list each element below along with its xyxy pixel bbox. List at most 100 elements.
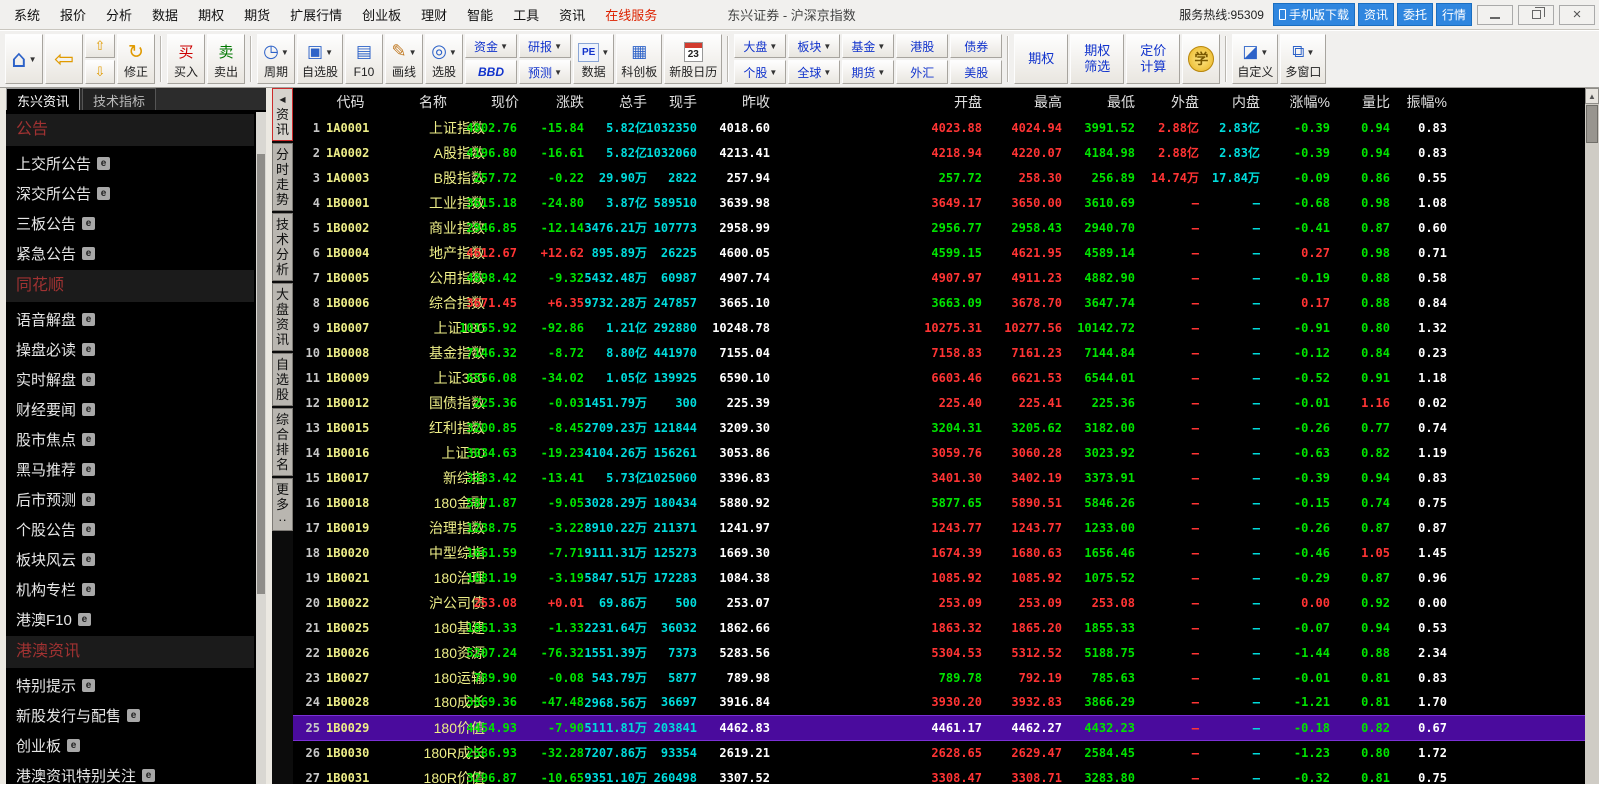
table-row[interactable]: 251B0029180价值4454.93-7.905111.81万2038414… bbox=[293, 715, 1585, 740]
vertical-tab[interactable]: ◀资讯 bbox=[272, 88, 293, 141]
toolbar-fund-futures-bottom-button[interactable]: 期货▼ bbox=[842, 60, 894, 84]
sidebar-item[interactable]: 港澳F10e bbox=[6, 604, 254, 634]
sidebar-item[interactable]: 机构专栏e bbox=[6, 574, 254, 604]
sidebar-tab[interactable]: 技术指标 bbox=[82, 88, 156, 110]
toolbar-bond-us-bottom-button[interactable]: 美股 bbox=[950, 60, 1002, 84]
toolbar-report-forecast-bottom-button[interactable]: 预测▼ bbox=[519, 60, 571, 84]
table-row[interactable]: 91B0007上证18010155.92-92.861.21亿292880102… bbox=[293, 315, 1585, 340]
menu-item-online-service[interactable]: 在线服务 bbox=[595, 5, 667, 24]
table-row[interactable]: 101B0008基金指数7146.32-8.728.80亿4419707155.… bbox=[293, 340, 1585, 365]
sidebar-item[interactable]: 紧急公告e bbox=[6, 238, 254, 268]
toolbar-correct-button[interactable]: ↻修正 bbox=[117, 34, 155, 84]
column-header[interactable]: 振幅% bbox=[1393, 88, 1450, 115]
table-row[interactable]: 191B0021180治理1081.19-3.195847.51万1722831… bbox=[293, 565, 1585, 590]
toolbar-fund-futures-top-button[interactable]: 基金▼ bbox=[842, 34, 894, 58]
table-row[interactable]: 31A0003B股指数257.72-0.2229.90万2822257.9425… bbox=[293, 165, 1585, 190]
column-header[interactable]: 最低 bbox=[1065, 88, 1138, 115]
toolbar-hk-forex-bottom-button[interactable]: 外汇 bbox=[896, 60, 948, 84]
toolbar-buy-button[interactable]: 买买入 bbox=[167, 34, 205, 84]
sidebar-item[interactable]: 个股公告e bbox=[6, 514, 254, 544]
table-row[interactable]: 71B0005公用指数4898.42-9.325432.48万609874907… bbox=[293, 265, 1585, 290]
column-header[interactable]: 量比 bbox=[1333, 88, 1393, 115]
column-header[interactable]: 名称 bbox=[378, 88, 488, 115]
table-row[interactable]: 131B0015红利指数3200.85-8.452709.23万12184432… bbox=[293, 415, 1585, 440]
vertical-tab[interactable]: 综合排名 bbox=[272, 408, 293, 476]
table-row[interactable]: 41B0001工业指数3615.18-24.803.87亿5895103639.… bbox=[293, 190, 1585, 215]
table-row[interactable]: 261B0030180R成长2586.93-32.287207.86万93354… bbox=[293, 740, 1585, 765]
menu-item[interactable]: 数据 bbox=[142, 5, 188, 24]
menu-item[interactable]: 工具 bbox=[503, 5, 549, 24]
sidebar-item[interactable]: 实时解盘e bbox=[6, 364, 254, 394]
table-row[interactable]: 151B0017新综指3383.42-13.415.73亿10250603396… bbox=[293, 465, 1585, 490]
toolbar-sector-global-bottom-button[interactable]: 全球▼ bbox=[788, 60, 840, 84]
toolbar-home-button[interactable]: ⌂▼ bbox=[5, 34, 43, 84]
quickbar-button[interactable]: 资讯 bbox=[1358, 3, 1394, 26]
toolbar-stock-pick-button[interactable]: ◎▼选股 bbox=[425, 34, 463, 84]
table-row[interactable]: 181B0020中型综指1661.59-7.719111.31万12527316… bbox=[293, 540, 1585, 565]
sidebar-item[interactable]: 语音解盘e bbox=[6, 304, 254, 334]
table-row[interactable]: 11A0001上证指数4002.76-15.845.82亿10323504018… bbox=[293, 115, 1585, 140]
toolbar-funds-bbd-bottom-button[interactable]: BBD bbox=[465, 60, 517, 84]
toolbar-ipo-calendar-button[interactable]: 23新股日历 bbox=[664, 34, 722, 84]
quickbar-button[interactable]: 委托 bbox=[1397, 3, 1433, 26]
sidebar-tab[interactable]: 东兴资讯 bbox=[6, 88, 80, 110]
sidebar-item[interactable]: 股市焦点e bbox=[6, 424, 254, 454]
toolbar-pricing-calc-button[interactable]: 定价计算 bbox=[1126, 34, 1180, 84]
sidebar-scrollbar-thumb[interactable] bbox=[257, 154, 265, 594]
toolbar-multi-window-button[interactable]: ⧉▼多窗口 bbox=[1280, 34, 1326, 84]
menu-item[interactable]: 理财 bbox=[411, 5, 457, 24]
table-row[interactable]: 61B0004地产指数4612.67+12.62895.89万262254600… bbox=[293, 240, 1585, 265]
column-header[interactable]: 涨跌 bbox=[520, 88, 587, 115]
toolbar-sector-global-top-button[interactable]: 板块▼ bbox=[788, 34, 840, 58]
column-header[interactable]: 涨幅% bbox=[1263, 88, 1333, 115]
table-row[interactable]: 121B0012国债指数225.36-0.031451.79万300225.39… bbox=[293, 390, 1585, 415]
toolbar-hk-forex-top-button[interactable]: 港股 bbox=[896, 34, 948, 58]
toolbar-options-button[interactable]: 期权 bbox=[1014, 34, 1068, 84]
table-row[interactable]: 141B0016上证503034.63-19.234104.26万1562613… bbox=[293, 440, 1585, 465]
column-header[interactable]: 开盘 bbox=[773, 88, 985, 115]
toolbar-pe-data-button[interactable]: PE▼数据 bbox=[573, 34, 614, 84]
table-row[interactable]: 241B0028180成长3869.36-47.482968.56万366973… bbox=[293, 690, 1585, 715]
column-header[interactable]: 昨收 bbox=[700, 88, 773, 115]
toolbar-down-button[interactable]: ⇩ bbox=[85, 60, 115, 84]
table-scrollbar-thumb[interactable] bbox=[1586, 105, 1598, 143]
vertical-tab[interactable]: 自选股 bbox=[272, 353, 293, 406]
quickbar-button[interactable]: 行情 bbox=[1436, 3, 1472, 26]
sidebar-item[interactable]: 新股发行与配售e bbox=[6, 700, 254, 730]
menu-item[interactable]: 期权 bbox=[188, 5, 234, 24]
menu-item[interactable]: 创业板 bbox=[352, 5, 411, 24]
sidebar-item[interactable]: 黑马推荐e bbox=[6, 454, 254, 484]
toolbar-options-filter-button[interactable]: 期权筛选 bbox=[1070, 34, 1124, 84]
column-header[interactable]: 最高 bbox=[985, 88, 1065, 115]
toolbar-learn-button[interactable]: 学 bbox=[1182, 34, 1220, 84]
sidebar-item[interactable]: 深交所公告e bbox=[6, 178, 254, 208]
column-header[interactable]: 总手 bbox=[587, 88, 650, 115]
toolbar-funds-bbd-top-button[interactable]: 资金▼ bbox=[465, 34, 517, 58]
menu-item[interactable]: 报价 bbox=[50, 5, 96, 24]
column-header[interactable]: 代码 bbox=[323, 88, 378, 115]
table-row[interactable]: 81B0006综合指数3671.45+6.359732.28万247857366… bbox=[293, 290, 1585, 315]
sidebar-item[interactable]: 后市预测e bbox=[6, 484, 254, 514]
vertical-tab[interactable]: 技术分析 bbox=[272, 213, 293, 281]
sidebar-item[interactable]: 上交所公告e bbox=[6, 148, 254, 178]
menu-item[interactable]: 智能 bbox=[457, 5, 503, 24]
sidebar-item[interactable]: 港澳资讯特别关注e bbox=[6, 760, 254, 784]
menu-item[interactable]: 系统 bbox=[4, 5, 50, 24]
column-header[interactable]: 现手 bbox=[650, 88, 700, 115]
vertical-tab[interactable]: 更多·· bbox=[272, 478, 293, 531]
menu-item[interactable]: 分析 bbox=[96, 5, 142, 24]
sidebar-item[interactable]: 三板公告e bbox=[6, 208, 254, 238]
table-row[interactable]: 161B0018180金融5871.87-9.053028.29万1804345… bbox=[293, 490, 1585, 515]
table-row[interactable]: 201B0022沪公司债253.08+0.0169.86万500253.0725… bbox=[293, 590, 1585, 615]
sidebar-item[interactable]: 财经要闻e bbox=[6, 394, 254, 424]
toolbar-star-market-button[interactable]: ▦科创板 bbox=[616, 34, 662, 84]
menu-item[interactable]: 期货 bbox=[234, 5, 280, 24]
toolbar-market-stock-top-button[interactable]: 大盘▼ bbox=[734, 34, 786, 58]
table-row[interactable]: 221B0026180资源5207.24-76.321551.39万737352… bbox=[293, 640, 1585, 665]
sidebar-scrollbar[interactable] bbox=[256, 112, 266, 784]
scroll-up-button[interactable]: ▲ bbox=[1585, 88, 1599, 104]
toolbar-market-stock-bottom-button[interactable]: 个股▼ bbox=[734, 60, 786, 84]
table-row[interactable]: 51B0002商业指数2946.85-12.143476.21万10777329… bbox=[293, 215, 1585, 240]
toolbar-sell-button[interactable]: 卖卖出 bbox=[207, 34, 245, 84]
table-row[interactable]: 21A0002A股指数4196.80-16.615.82亿10320604213… bbox=[293, 140, 1585, 165]
